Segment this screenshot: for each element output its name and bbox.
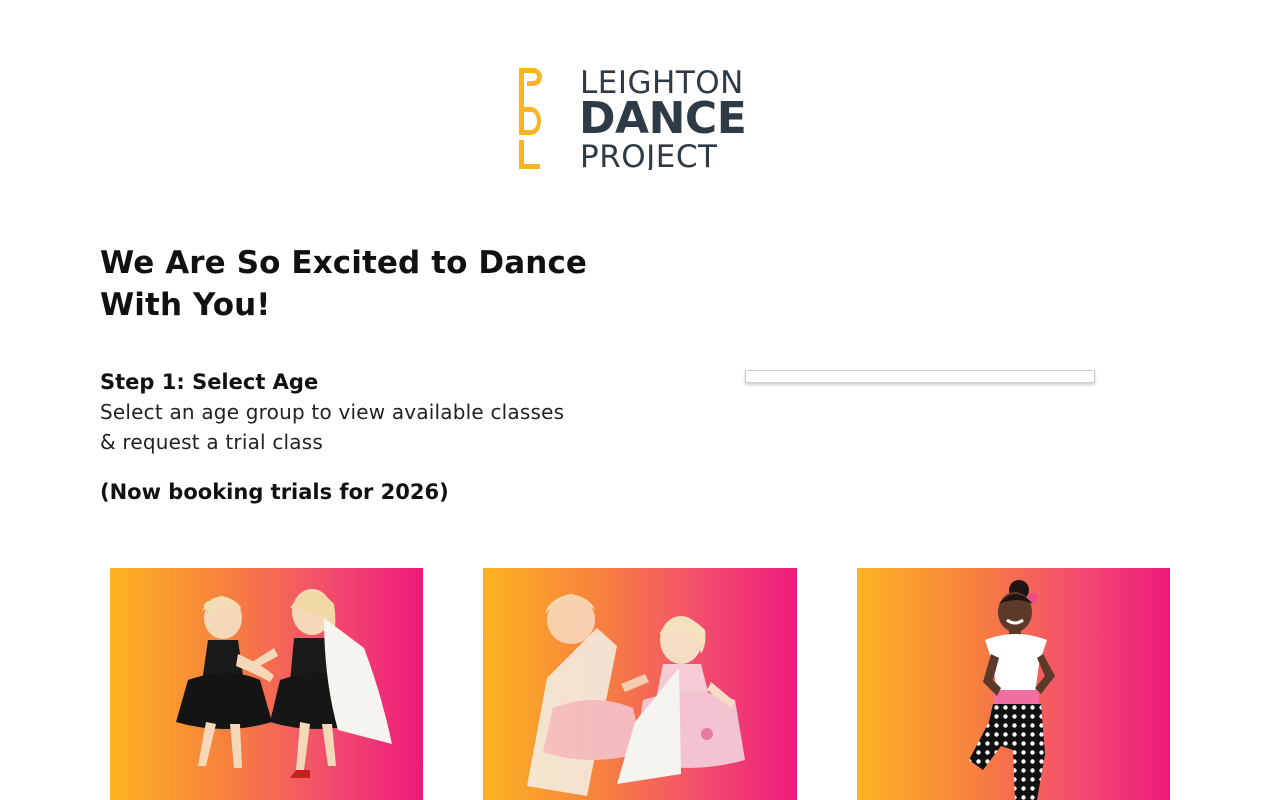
step-description-line-2: & request a trial class <box>100 430 323 454</box>
girl-posing-polka-dot-pants-image <box>969 580 1055 800</box>
two-toddlers-dancing-black-tutus-image <box>176 589 392 778</box>
headline-line-2: With You! <box>100 287 271 323</box>
step-description: Select an age group to view available cl… <box>100 397 640 457</box>
step-description-line-1: Select an age group to view available cl… <box>100 400 565 424</box>
logo-line-3: PROJECT <box>580 139 718 170</box>
booking-note: (Now booking trials for 2026) <box>100 480 449 504</box>
age-card-2[interactable] <box>483 568 797 800</box>
age-card-3[interactable] <box>857 568 1170 800</box>
page: LEIGHTON DANCE PROJECT We Are So Excited… <box>0 0 1280 800</box>
headline-line-1: We Are So Excited to Dance <box>100 245 588 281</box>
page-headline: We Are So Excited to Dance With You! <box>100 242 660 326</box>
logo-graphic: LEIGHTON DANCE PROJECT <box>519 66 747 170</box>
logo-line-2: DANCE <box>579 93 746 144</box>
age-group-select[interactable] <box>745 370 1095 383</box>
leighton-dance-project-logo[interactable]: LEIGHTON DANCE PROJECT <box>519 66 763 170</box>
age-card-1[interactable] <box>110 568 423 800</box>
two-toddlers-dancing-pink-tutus-image <box>527 594 745 796</box>
step-title: Step 1: Select Age <box>100 370 319 394</box>
